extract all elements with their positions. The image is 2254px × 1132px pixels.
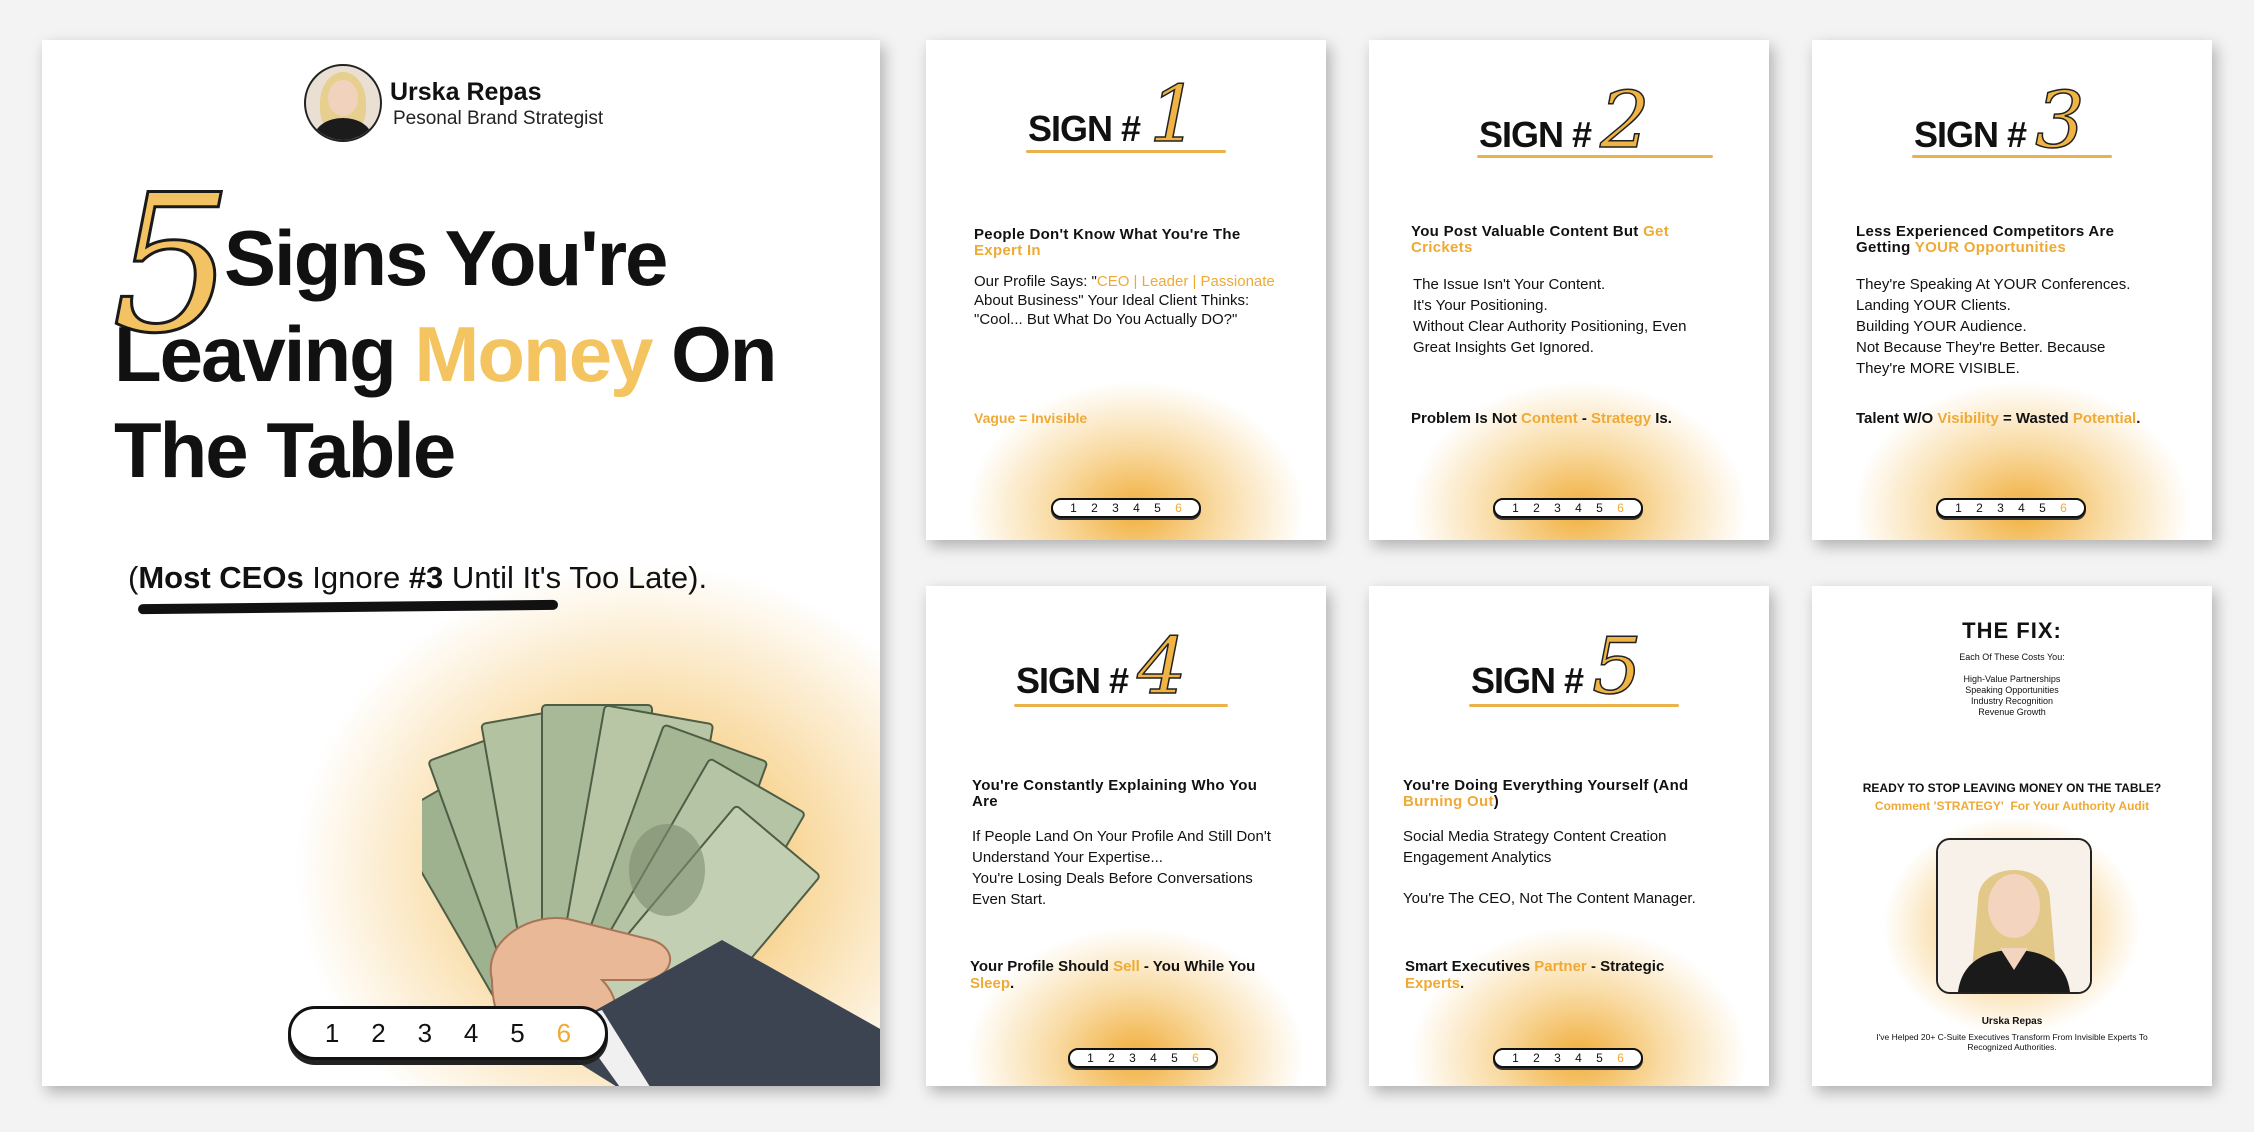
sign-5-pagination[interactable]: 123456 [1493,1048,1643,1068]
list-item: Revenue Growth [1978,707,2046,717]
page-4[interactable]: 4 [464,1018,478,1049]
fix-costs-list: High-Value Partnerships Speaking Opportu… [1812,674,2212,718]
sign-1-pagination[interactable]: 123456 [1051,498,1201,518]
sign-3-title: Less Experienced Competitors Are Getting… [1856,223,2115,256]
sign-5-numeral: 5 [1591,621,1642,713]
fix-title: THE FIX: [1962,618,2062,643]
headline-line-3: The Table [114,406,456,494]
sign-2-numeral: 2 [1599,75,1650,167]
fix-ready-question: READY TO STOP LEAVING MONEY ON THE TABLE… [1862,781,2162,795]
author-portrait [1936,838,2092,994]
headline-line-1: Signs You're [224,214,668,302]
sign-4-numeral: 4 [1136,621,1187,713]
sign-5-footer: Smart Executives Partner - Strategic Exp… [1405,958,1665,992]
sign-2-pagination[interactable]: 123456 [1493,498,1643,518]
cover-headline: Signs You're Leaving Money On The Table [114,210,874,498]
sign-3-body: They're Speaking At YOUR Conferences. La… [1856,276,2131,377]
fix-cta[interactable]: Comment 'STRATEGY' For Your Authority Au… [1812,796,2212,816]
cover-slide: Urska Repas Pesonal Brand Strategist 5 S… [42,40,880,1086]
sign-2-heading: SIGN # 2 [1479,75,1650,167]
sign-5-title: You're Doing Everything Yourself (And Bu… [1403,777,1689,810]
cover-subline: (Most CEOs Ignore #3 Until It's Too Late… [128,560,708,595]
page-6[interactable]: 6 [557,1018,571,1049]
sign-4-footer: Your Profile Should Sell - You While You… [970,958,1256,992]
sign-2-footer: Problem Is Not Content - Strategy Is. [1411,410,1672,427]
sign-2-card: SIGN # 2 You Post Valuable Content But G… [1369,40,1769,540]
page-5[interactable]: 5 [510,1018,524,1049]
list-item: Industry Recognition [1970,696,2054,706]
page-1[interactable]: 1 [325,1018,339,1049]
sign-5-body: Social Media Strategy Content Creation E… [1403,828,1696,907]
sign-3-footer: Talent W/O Visibility = Wasted Potential… [1856,410,2141,427]
sign-1-body: Our Profile Says: "CEO | Leader | Passio… [974,273,1275,328]
sign-1-footer: Vague = Invisible [974,410,1088,426]
sign-5-card: SIGN # 5 You're Doing Everything Yoursel… [1369,586,1769,1086]
sign-2-title: You Post Valuable Content But Get Cricke… [1411,223,1669,256]
sign-2-body: The Issue Isn't Your Content. It's Your … [1413,276,1687,356]
author-name: Urska Repas [390,78,542,106]
list-item: High-Value Partnerships [1963,674,2061,684]
headline-line-2: Leaving Money On [114,310,777,398]
sign-4-pagination[interactable]: 123456 [1068,1048,1218,1068]
sign-3-heading: SIGN # 3 [1914,75,2085,167]
author-avatar [304,64,382,142]
sign-1-title: People Don't Know What You're The Expert… [974,226,1241,259]
sign-4-title: You're Constantly Explaining Who You Are [972,777,1258,810]
sign-3-pagination[interactable]: 123456 [1936,498,2086,518]
headline-money: Money [414,310,653,398]
sign-1-card: SIGN # 1 People Don't Know What You're T… [926,40,1326,540]
the-fix-card: THE FIX: Each Of These Costs You: High-V… [1812,586,2212,1086]
sign-3-numeral: 3 [2034,75,2085,167]
sign-4-card: SIGN # 4 You're Constantly Explaining Wh… [926,586,1326,1086]
page-2[interactable]: 2 [371,1018,385,1049]
cover-pagination[interactable]: 1 2 3 4 5 6 [288,1006,608,1060]
fix-author-name: Urska Repas [1981,1016,2043,1027]
fix-author-bio: I've Helped 20+ C-Suite Executives Trans… [1876,1032,2148,1052]
sign-4-body: If People Land On Your Profile And Still… [972,828,1271,908]
author-role: Pesonal Brand Strategist [393,108,604,129]
sign-5-heading: SIGN # 5 [1471,621,1642,713]
list-item: Speaking Opportunities [1965,685,2059,695]
sign-4-heading: SIGN # 4 [1016,621,1187,713]
page-3[interactable]: 3 [418,1018,432,1049]
sign-1-numeral: 1 [1148,69,1199,161]
fix-costs-label: Each Of These Costs You: [1959,652,2065,662]
sign-1-heading: SIGN # 1 [1028,69,1199,161]
sign-3-card: SIGN # 3 Less Experienced Competitors Ar… [1812,40,2212,540]
